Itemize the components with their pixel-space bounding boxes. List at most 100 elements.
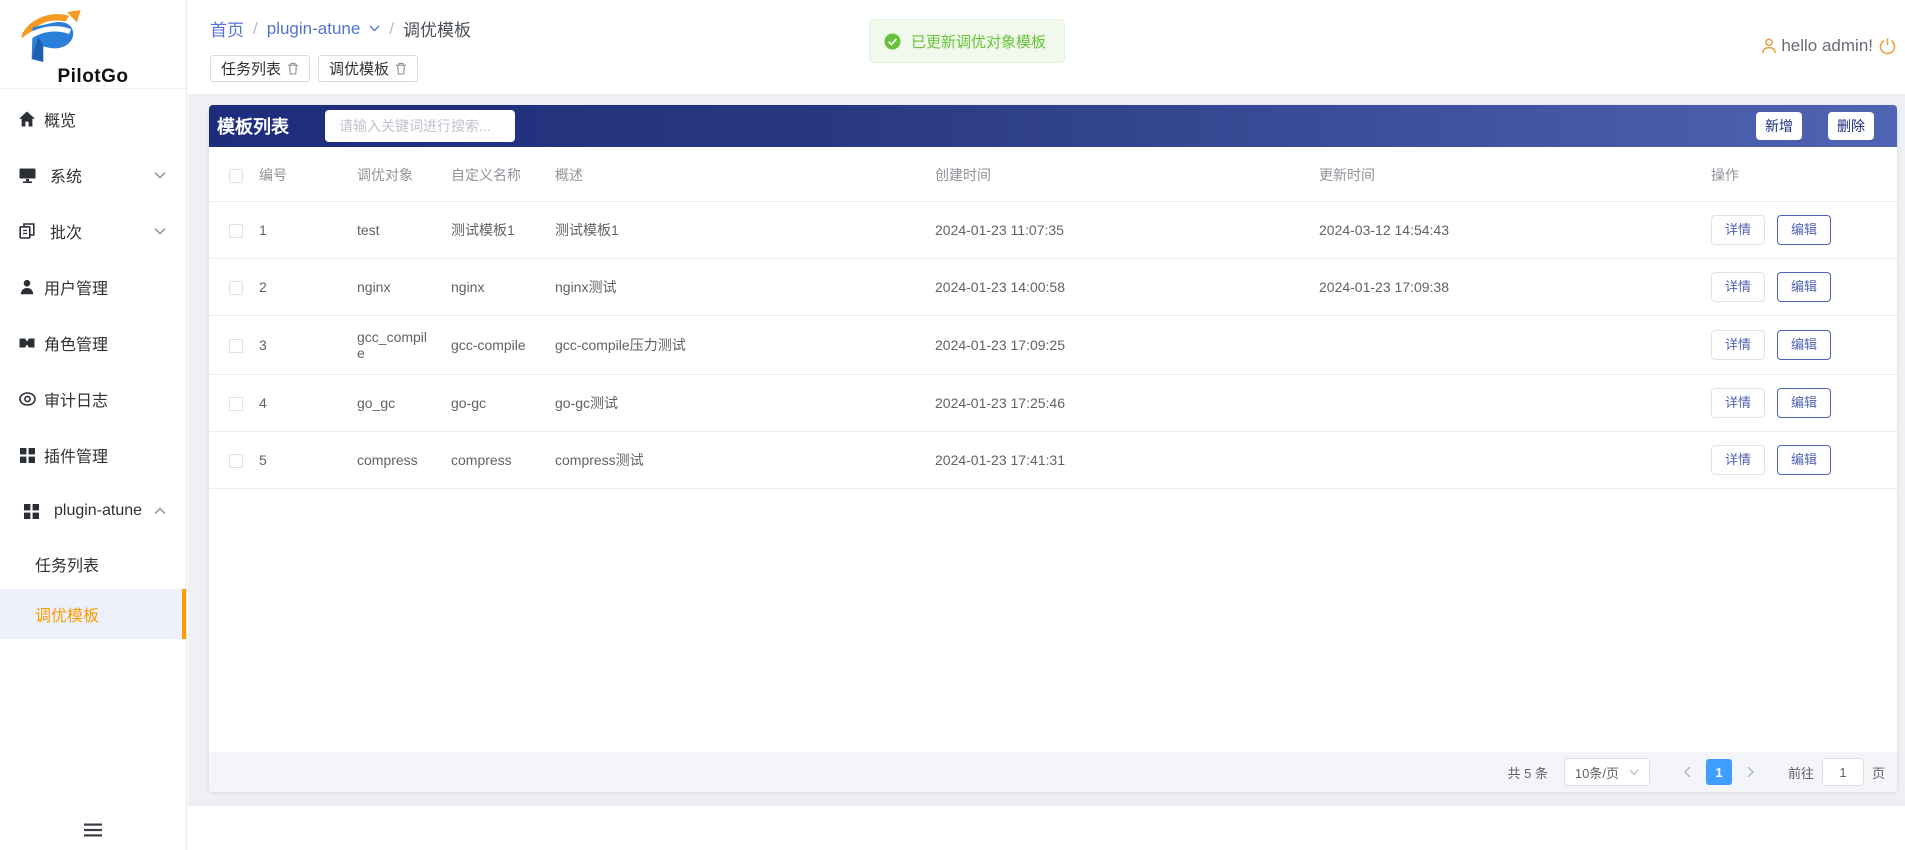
cell-updated: 2024-03-12 14:54:43 (1319, 202, 1711, 259)
row-checkbox[interactable] (229, 397, 243, 411)
edit-button[interactable]: 编辑 (1777, 445, 1831, 475)
tab-label: 调优模板 (329, 58, 389, 79)
sidebar-item-label: plugin-atune (54, 502, 142, 520)
submenu-item-label: 任务列表 (35, 552, 99, 576)
check-circle-icon (884, 33, 901, 50)
cell-desc: gcc-compile压力测试 (555, 316, 935, 375)
sidebar-item-audit[interactable]: 审计日志 (0, 371, 186, 427)
trash-icon[interactable] (287, 62, 299, 75)
sidebar-item-plugin-atune[interactable]: plugin-atune (0, 483, 186, 539)
cell-target: test (357, 202, 451, 259)
chevron-down-icon[interactable] (369, 25, 380, 32)
cell-id: 4 (259, 375, 357, 432)
plugin-atune-submenu: 任务列表 调优模板 (0, 539, 186, 639)
submenu-item-tuning-template[interactable]: 调优模板 (0, 589, 186, 639)
edit-button[interactable]: 编辑 (1777, 388, 1831, 418)
active-indicator (182, 589, 186, 639)
breadcrumb-separator: / (253, 19, 258, 39)
search-input[interactable] (339, 118, 520, 134)
page-size-select[interactable]: 10条/页 (1564, 758, 1650, 786)
sidebar-menu: 概览 系统 批次 用户管理 (0, 91, 186, 539)
sidebar-item-roles[interactable]: 角色管理 (0, 315, 186, 371)
role-icon (17, 333, 37, 353)
grid-icon (17, 445, 37, 465)
submenu-item-task-list[interactable]: 任务列表 (0, 539, 186, 589)
row-checkbox[interactable] (229, 224, 243, 238)
detail-button[interactable]: 详情 (1711, 388, 1765, 418)
row-checkbox[interactable] (229, 454, 243, 468)
toast-message: 已更新调优对象模板 (911, 31, 1046, 52)
goto-page-input[interactable] (1822, 758, 1864, 786)
submenu-item-label: 调优模板 (35, 602, 99, 626)
batch-icon (17, 221, 37, 241)
sidebar-item-system[interactable]: 系统 (0, 147, 186, 203)
sidebar-item-overview[interactable]: 概览 (0, 91, 186, 147)
row-checkbox[interactable] (229, 281, 243, 295)
cell-created: 2024-01-23 17:41:31 (935, 432, 1319, 489)
pagination-bar: 共 5 条 10条/页 1 前往 页 (209, 752, 1897, 792)
breadcrumb-plugin[interactable]: plugin-atune (267, 19, 361, 39)
column-header-name: 自定义名称 (451, 147, 555, 202)
cell-id: 5 (259, 432, 357, 489)
chevron-down-icon (1629, 769, 1639, 776)
cell-updated (1319, 375, 1711, 432)
sidebar-item-batch[interactable]: 批次 (0, 203, 186, 259)
cell-desc: 测试模板1 (555, 202, 935, 259)
open-page-tabs: 任务列表 调优模板 (210, 55, 418, 82)
card-header: 模板列表 新增 删除 (209, 105, 1897, 147)
pilotgo-logo-icon (0, 8, 96, 64)
edit-button[interactable]: 编辑 (1777, 330, 1831, 360)
cell-id: 2 (259, 259, 357, 316)
tab-tuning-template[interactable]: 调优模板 (318, 55, 418, 82)
detail-button[interactable]: 详情 (1711, 445, 1765, 475)
search-box (325, 110, 515, 142)
tab-task-list[interactable]: 任务列表 (210, 55, 310, 82)
user-greeting: hello admin! (1781, 36, 1873, 56)
table-row: 2 nginx nginx nginx测试 2024-01-23 14:00:5… (209, 259, 1897, 316)
hamburger-icon (84, 823, 102, 837)
logout-button[interactable] (1878, 37, 1897, 56)
table-row: 4 go_gc go-gc go-gc测试 2024-01-23 17:25:4… (209, 375, 1897, 432)
next-page-button[interactable] (1740, 759, 1762, 785)
cell-target: go_gc (357, 375, 451, 432)
delete-button[interactable]: 删除 (1828, 112, 1874, 140)
app-name: PilotGo (0, 66, 186, 88)
cell-created: 2024-01-23 14:00:58 (935, 259, 1319, 316)
sidebar-item-users[interactable]: 用户管理 (0, 259, 186, 315)
page-unit-label: 页 (1872, 763, 1885, 782)
page-number-button[interactable]: 1 (1706, 759, 1732, 785)
detail-button[interactable]: 详情 (1711, 330, 1765, 360)
trash-icon[interactable] (395, 62, 407, 75)
breadcrumb-home[interactable]: 首页 (210, 16, 244, 41)
sidebar-item-plugins[interactable]: 插件管理 (0, 427, 186, 483)
cell-created: 2024-01-23 11:07:35 (935, 202, 1319, 259)
sidebar: PilotGo 概览 系统 批次 (0, 0, 187, 850)
edit-button[interactable]: 编辑 (1777, 272, 1831, 302)
prev-page-button[interactable] (1676, 759, 1698, 785)
detail-button[interactable]: 详情 (1711, 215, 1765, 245)
sidebar-collapse-button[interactable] (0, 816, 186, 844)
column-header-target: 调优对象 (357, 147, 451, 202)
chevron-up-icon (154, 507, 166, 515)
table-header-row: 编号 调优对象 自定义名称 概述 创建时间 更新时间 操作 (209, 147, 1897, 202)
edit-button[interactable]: 编辑 (1777, 215, 1831, 245)
cell-target: compress (357, 432, 451, 489)
app-logo: PilotGo (0, 0, 186, 89)
chevron-left-icon (1683, 766, 1691, 778)
main-area: 首页 / plugin-atune / 调优模板 任务列表 调优模板 已更新调优… (188, 0, 1905, 850)
bottom-strip (188, 806, 1905, 850)
row-checkbox[interactable] (229, 339, 243, 353)
tab-label: 任务列表 (221, 58, 281, 79)
home-icon (17, 109, 37, 129)
sidebar-item-label: 插件管理 (44, 443, 108, 467)
goto-label: 前往 (1788, 763, 1814, 782)
select-all-checkbox[interactable] (229, 169, 243, 183)
column-header-updated: 更新时间 (1319, 147, 1711, 202)
sidebar-item-label: 审计日志 (44, 387, 108, 411)
chevron-right-icon (1747, 766, 1755, 778)
cell-updated (1319, 316, 1711, 375)
cell-name: compress (451, 432, 555, 489)
card-title: 模板列表 (217, 113, 289, 139)
add-button[interactable]: 新增 (1756, 112, 1802, 140)
detail-button[interactable]: 详情 (1711, 272, 1765, 302)
